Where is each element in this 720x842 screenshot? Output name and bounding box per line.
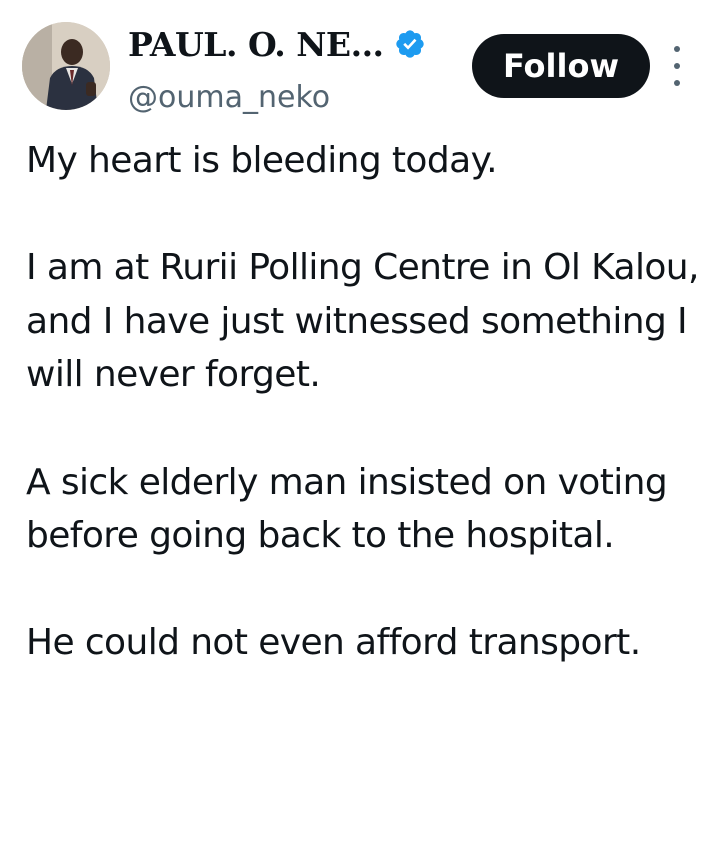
tweet-paragraph: A sick elderly man insisted on voting be…	[26, 461, 668, 557]
tweet-paragraph: My heart is bleeding today.	[26, 140, 498, 181]
avatar-photo	[22, 22, 110, 110]
tweet-paragraph: He could not even afford transport.	[26, 622, 641, 664]
more-dot	[674, 63, 680, 69]
more-vertical-icon[interactable]	[664, 46, 690, 86]
avatar[interactable]	[22, 22, 110, 110]
tweet-header: PAUL. O. NE... @ouma_neko Follow	[0, 0, 720, 130]
author-handle[interactable]: @ouma_neko	[128, 80, 330, 115]
author-display-name[interactable]: PAUL. O. NE...	[128, 25, 384, 64]
author-name-row: PAUL. O. NE...	[128, 22, 426, 66]
tweet-text: My heart is bleeding today. I am at Ruri…	[26, 134, 706, 670]
more-dot	[674, 46, 680, 52]
verified-badge-icon	[394, 28, 426, 60]
follow-button[interactable]: Follow	[472, 34, 650, 98]
more-dot	[674, 80, 680, 86]
tweet-paragraph: I am at Rurii Polling Centre in Ol Kalou…	[26, 247, 699, 396]
